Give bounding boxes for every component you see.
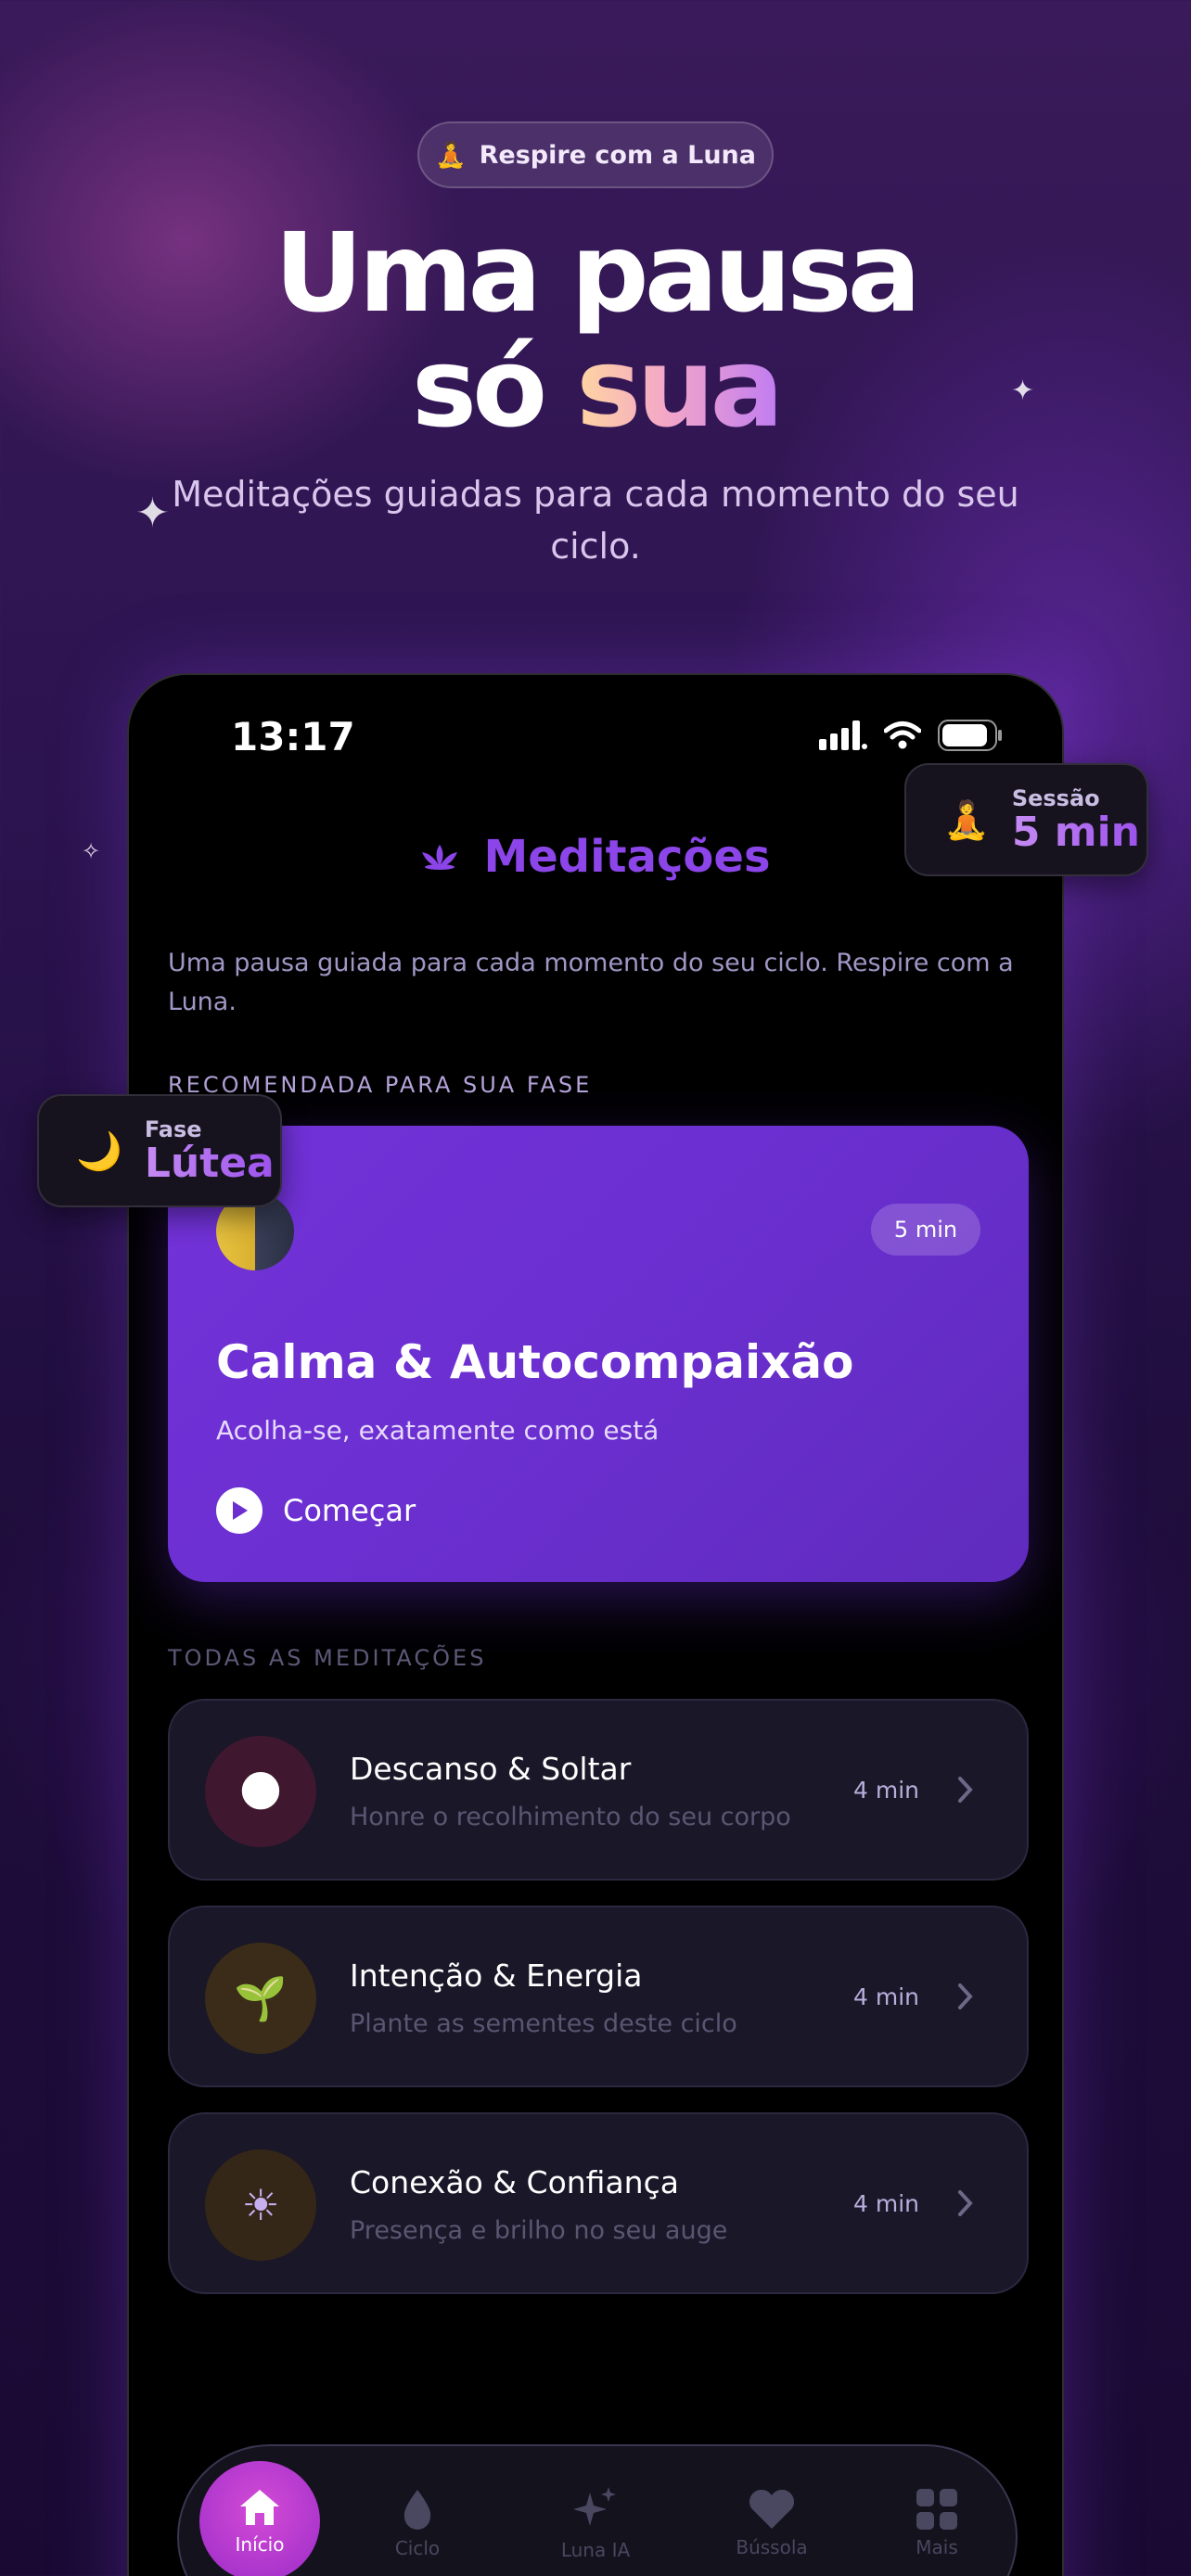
list-item-duration: 4 min [853,2190,919,2217]
featured-title: Calma & Autocompaixão [216,1335,854,1389]
list-item[interactable]: 🌑 Descanso & Soltar Honre o recolhimento… [168,1699,1029,1881]
chevron-right-icon [958,1777,973,1803]
grid-icon [916,2489,957,2530]
phase-badge: 🌙 Fase Lútea [37,1094,282,1207]
hero-badge: 🧘 Respire com a Luna [417,121,774,188]
list-item-title: Conexão & Confiança [350,2164,679,2200]
crescent-moon-icon: 🌙 [76,1129,122,1173]
meditation-icon: 🧘 [435,141,467,170]
status-time: 13:17 [231,714,355,759]
featured-meditation-card[interactable]: 5 min Calma & Autocompaixão Acolha-se, e… [168,1126,1029,1582]
list-item[interactable]: ☀ Conexão & Confiança Presença e brilho … [168,2112,1029,2294]
list-item-duration: 4 min [853,1983,919,2010]
nav-item-inicio[interactable]: Início [199,2461,320,2576]
phase-value: Lútea [144,1140,275,1187]
nav-item-bussola[interactable]: Bússola [711,2463,832,2576]
nav-label: Luna IA [560,2539,631,2561]
duration-chip: 5 min [871,1204,980,1256]
wifi-icon [884,721,921,749]
home-icon [240,2490,279,2525]
session-label: Sessão [1011,785,1100,811]
sparkles-icon [573,2487,616,2526]
earth-icon: 🌑 [205,1736,316,1847]
list-item-subtitle: Presença e brilho no seu auge [350,2216,728,2245]
phone-mockup: 13:17 Meditações Uma pausa guiada para c… [127,673,1064,2576]
headline-line-1: Uma pausa [274,209,921,337]
hero-badge-text: Respire com a Luna [479,140,756,170]
intro-text: Uma pausa guiada para cada momento do se… [168,949,1014,1016]
signal-icon [819,721,867,750]
list-item[interactable]: 🌱 Intenção & Energia Plante as sementes … [168,1906,1029,2087]
nav-label: Bússola [736,2536,808,2558]
battery-icon [938,720,1002,751]
nav-label: Ciclo [394,2537,441,2559]
all-meditations-label: TODAS AS MEDITAÇÕES [168,1645,487,1671]
meditation-icon: 🧘 [943,798,990,842]
hero-subtitle: Meditações guiadas para cada momento do … [172,474,1019,567]
page-title-text: Meditações [483,831,771,883]
play-icon [216,1487,263,1534]
lotus-icon [422,845,458,870]
session-badge: 🧘 Sessão 5 min [904,763,1148,876]
list-item-title: Descanso & Soltar [350,1751,632,1787]
chevron-right-icon [958,2190,973,2216]
nav-item-ciclo[interactable]: Ciclo [357,2463,478,2576]
sparkle-icon: ✧ [82,838,101,864]
chevron-right-icon [958,1983,973,2009]
heart-icon [749,2489,795,2529]
status-icons [819,720,1003,751]
nav-item-luna-ia[interactable]: Luna IA [535,2463,656,2576]
headline-accent: sua [576,324,784,452]
featured-subtitle: Acolha-se, exatamente como está [216,1415,660,1446]
headline-plain: só [411,324,577,452]
bottom-nav: Início Ciclo Luna IA Bússola Mais [177,2444,1018,2576]
nav-label: Mais [916,2536,958,2558]
nav-label: Início [235,2533,285,2556]
list-item-title: Intenção & Energia [350,1958,643,1994]
seedling-icon: 🌱 [205,1943,316,2054]
list-item-subtitle: Plante as sementes deste ciclo [350,2009,737,2038]
list-item-subtitle: Honre o recolhimento do seu corpo [350,1803,791,1831]
session-value: 5 min [1011,809,1140,856]
list-item-duration: 4 min [853,1777,919,1804]
drop-icon [403,2490,431,2530]
start-label: Começar [283,1493,416,1528]
nav-item-mais[interactable]: Mais [877,2463,997,2576]
headline-line-2: só sua [0,330,1191,445]
start-button[interactable]: Começar [216,1487,416,1534]
phase-label: Fase [144,1116,202,1142]
sun-icon: ☀ [205,2149,316,2261]
